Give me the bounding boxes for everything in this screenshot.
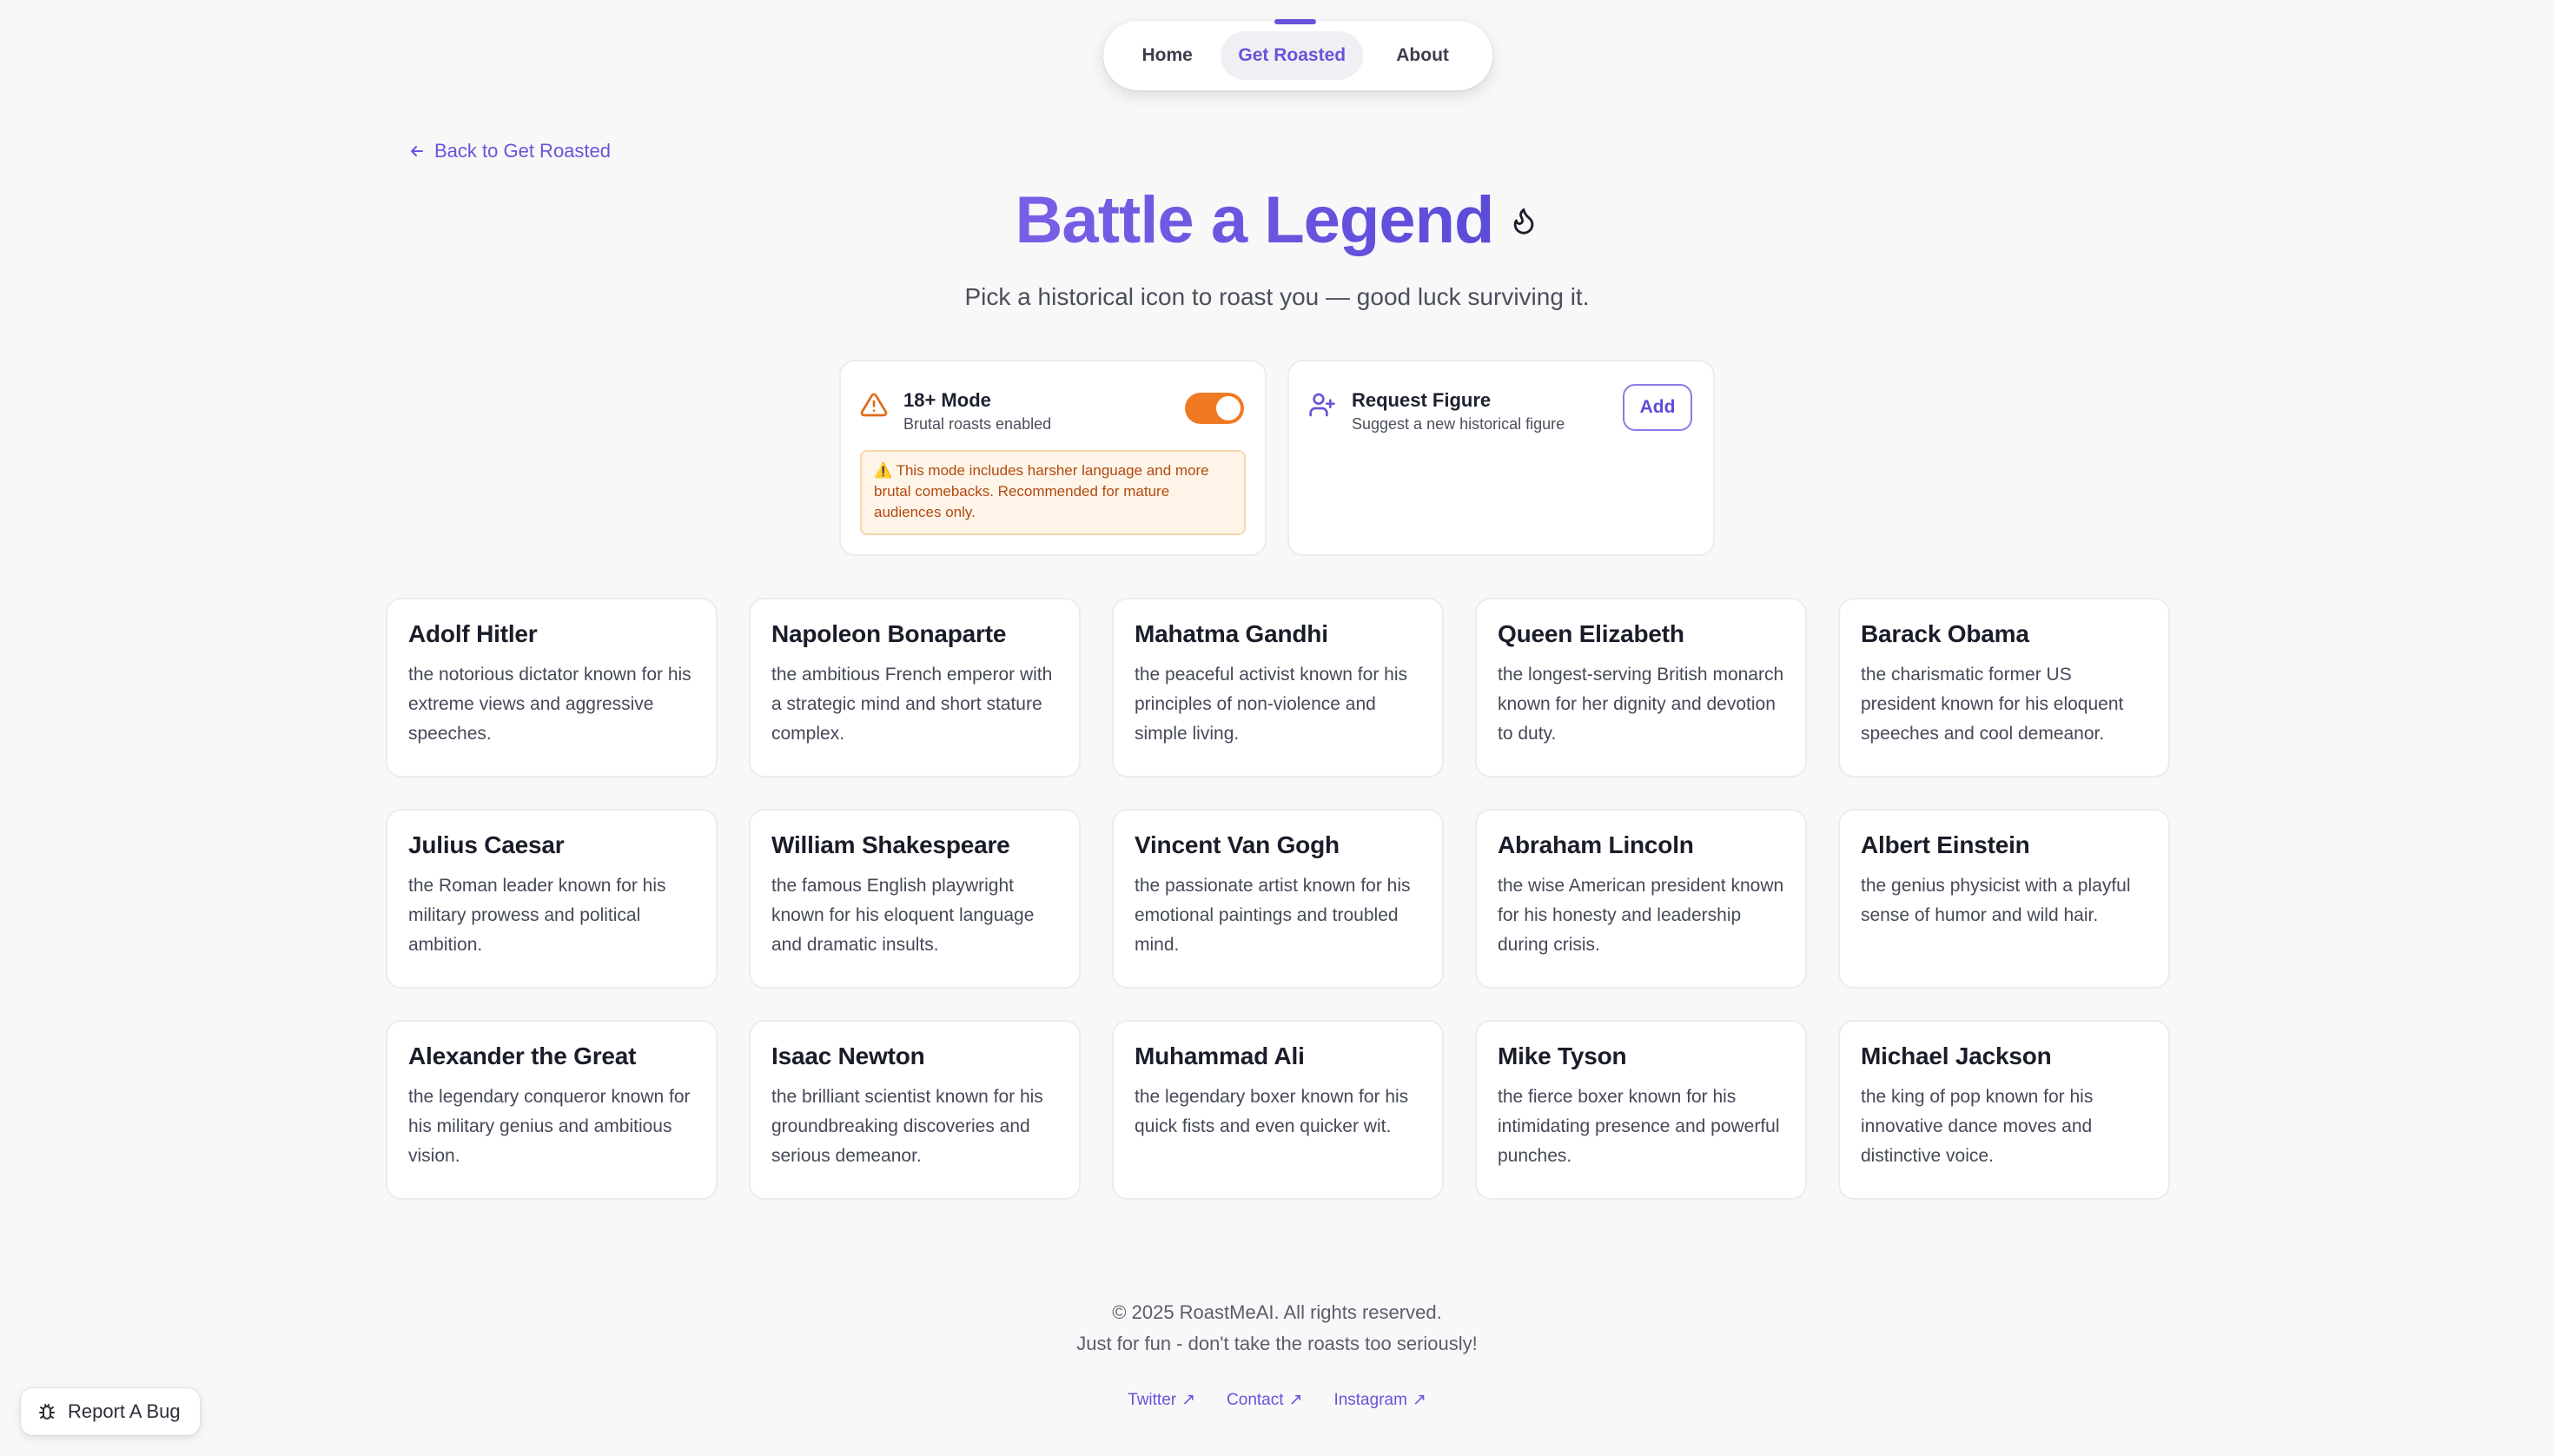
figure-card[interactable]: Mahatma Gandhi the peaceful activist know… [1112,598,1444,778]
mature-mode-card: 18+ Mode Brutal roasts enabled ⚠️ This m… [839,360,1267,556]
figure-description: the famous English playwright known for … [771,876,1035,955]
figure-description: the fierce boxer known for his intimidat… [1498,1087,1780,1166]
figure-description: the longest-serving British monarch know… [1498,665,1784,744]
figure-name: Vincent Van Gogh [1135,831,1340,858]
figure-description: the legendary boxer known for his quick … [1135,1087,1409,1136]
add-figure-button[interactable]: Add [1623,384,1692,431]
request-figure-subtitle: Suggest a new historical figure [1352,415,1565,433]
figure-card[interactable]: Michael Jackson the king of pop known for… [1838,1020,2170,1200]
figure-description: the king of pop known for his innovative… [1861,1087,2094,1166]
figure-name: Julius Caesar [408,831,565,858]
mature-mode-toggle[interactable] [1185,393,1244,424]
figure-name: Albert Einstein [1861,831,2030,858]
request-figure-card: Request Figure Suggest a new historical … [1287,360,1715,556]
bug-icon [39,1404,55,1420]
external-link-icon: ↗ [1181,1391,1196,1409]
warning-triangle-icon [860,393,888,417]
footer-links: Twitter ↗ Contact ↗ Instagram ↗ [0,1390,2554,1410]
figure-description: the wise American president known for hi… [1498,876,1784,955]
figure-card[interactable]: Napoleon Bonaparte the ambitious French e… [749,598,1081,778]
arrow-left-icon [411,146,423,156]
figure-description: the legendary conqueror known for his mi… [408,1087,691,1166]
footer-link-instagram[interactable]: Instagram ↗ [1333,1390,1426,1410]
figure-description: the notorious dictator known for his ext… [408,665,691,744]
figure-description: the passionate artist known for his emot… [1135,876,1411,955]
figure-name: Abraham Lincoln [1498,831,1694,858]
nav-home[interactable]: Home [1114,31,1221,80]
nav-about[interactable]: About [1363,31,1482,80]
toggle-knob [1216,396,1241,420]
figure-name: Mike Tyson [1498,1042,1627,1069]
figure-description: the brilliant scientist known for his gr… [771,1087,1043,1166]
figure-card[interactable]: Julius Caesar the Roman leader known for … [386,809,718,989]
figure-name: Isaac Newton [771,1042,925,1069]
footer-tagline: Just for fun - don't take the roasts too… [1076,1333,1478,1354]
figure-description: the ambitious French emperor with a stra… [771,665,1053,744]
figure-card[interactable]: Mike Tyson the fierce boxer known for his… [1475,1020,1807,1200]
figure-card[interactable]: Alexander the Great the legendary conquer… [386,1020,718,1200]
top-nav: Home Get Roasted About [1103,19,1492,90]
external-link-icon: ↗ [1412,1391,1426,1409]
figure-card[interactable]: Barack Obama the charismatic former US pr… [1838,598,2170,778]
figure-card[interactable]: Vincent Van Gogh the passionate artist kn… [1112,809,1444,989]
figure-card[interactable]: Abraham Lincoln the wise American preside… [1475,809,1807,989]
figure-description: the peaceful activist known for his prin… [1135,665,1407,744]
back-link[interactable]: Back to Get Roasted [408,137,611,165]
footer-copyright: © 2025 RoastMeAI. All rights reserved. [1112,1301,1442,1323]
figure-name: William Shakespeare [771,831,1010,858]
footer-link-twitter[interactable]: Twitter ↗ [1128,1390,1195,1410]
figure-card[interactable]: Isaac Newton the brilliant scientist know… [749,1020,1081,1200]
footer-link-contact[interactable]: Contact ↗ [1227,1390,1302,1410]
page-title: Battle a Legend [1015,183,1495,257]
report-bug-button[interactable]: Report A Bug [21,1388,200,1435]
page-subtitle: Pick a historical icon to roast you — go… [964,283,1590,310]
flame-icon [1514,208,1534,235]
figure-name: Adolf Hitler [408,620,538,647]
active-indicator [1274,19,1317,24]
external-link-icon: ↗ [1288,1391,1303,1409]
figure-card[interactable]: Muhammad Ali the legendary boxer known fo… [1112,1020,1444,1200]
figure-name: Mahatma Gandhi [1135,620,1328,647]
figure-grid: Adolf Hitler the notorious dictator known… [386,598,2170,1200]
page-header: Battle a Legend [0,182,2554,258]
figure-description: the genius physicist with a playful sens… [1861,876,2131,925]
figure-name: Barack Obama [1861,620,2029,647]
mature-mode-subtitle: Brutal roasts enabled [903,415,1052,433]
mature-mode-title: 18+ Mode [903,389,991,411]
figure-description: the charismatic former US president know… [1861,665,2124,744]
figure-name: Napoleon Bonaparte [771,620,1007,647]
figure-card[interactable]: Queen Elizabeth the longest-serving Briti… [1475,598,1807,778]
mature-mode-warning: ⚠️ This mode includes harsher language a… [860,450,1246,535]
figure-name: Michael Jackson [1861,1042,2052,1069]
figure-card[interactable]: Albert Einstein the genius physicist with… [1838,809,2170,989]
nav-get-roasted[interactable]: Get Roasted [1221,19,1364,80]
figure-name: Queen Elizabeth [1498,620,1684,647]
figure-name: Alexander the Great [408,1042,637,1069]
request-figure-title: Request Figure [1352,389,1492,411]
figure-description: the Roman leader known for his military … [408,876,666,955]
figure-card[interactable]: Adolf Hitler the notorious dictator known… [386,598,718,778]
figure-card[interactable]: William Shakespeare the famous English pl… [749,809,1081,989]
figure-name: Muhammad Ali [1135,1042,1305,1069]
user-plus-icon [1309,393,1335,417]
